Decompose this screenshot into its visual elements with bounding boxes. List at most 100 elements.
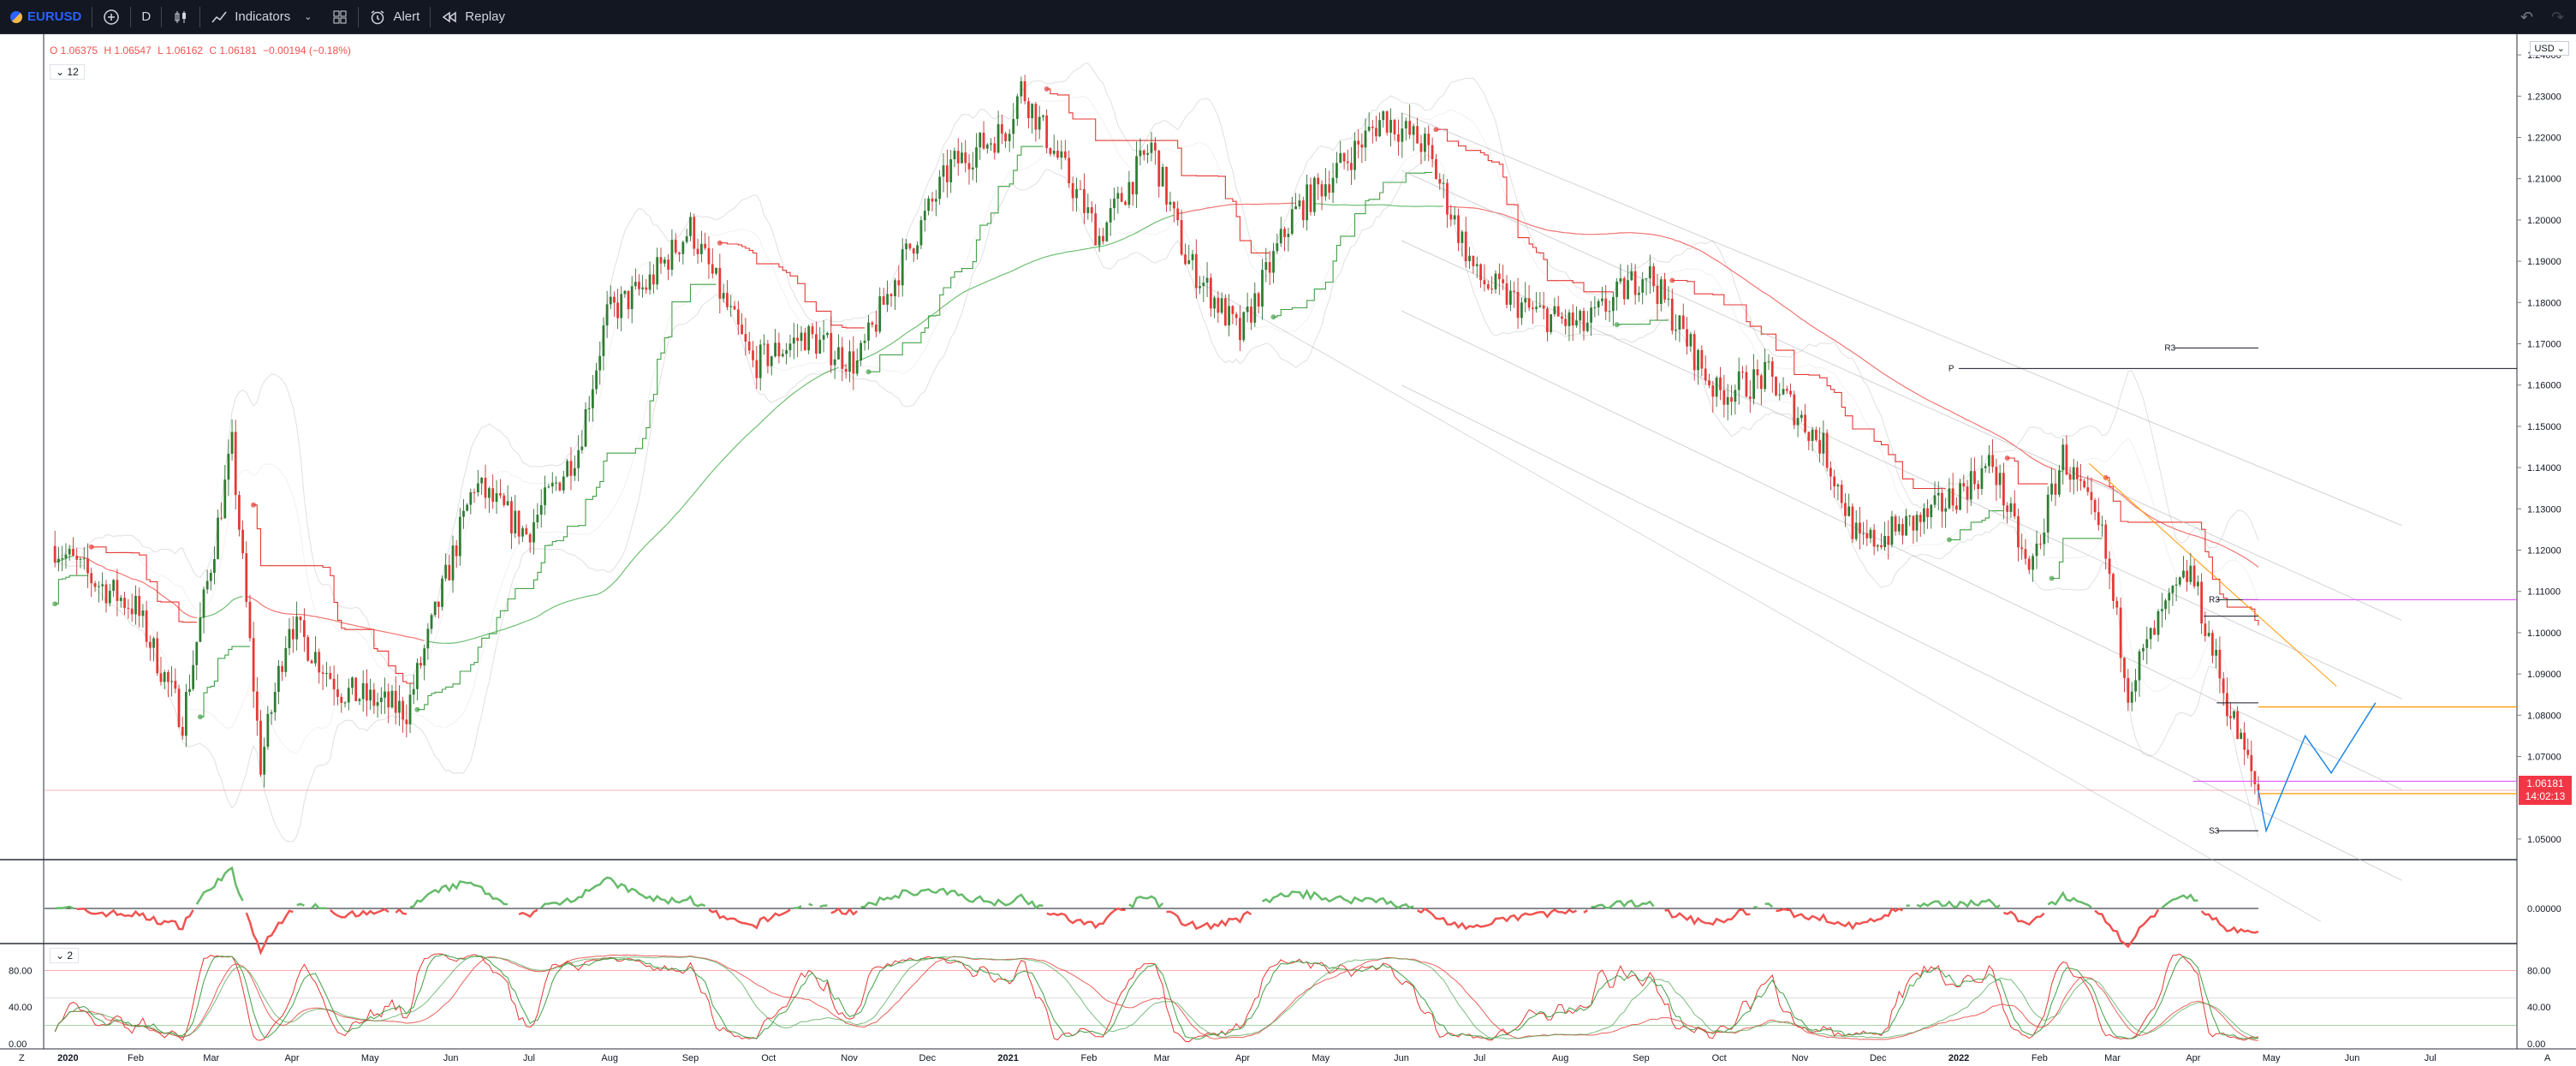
time-tick-label: Dec [1870, 1053, 1887, 1063]
candles-icon [175, 10, 187, 23]
osc-segment [2094, 908, 2160, 949]
time-tick-label: Nov [841, 1053, 858, 1063]
candle-body [487, 488, 491, 498]
candle-body [1279, 229, 1282, 244]
candle-body [384, 691, 386, 698]
candle-body [148, 641, 152, 648]
currency-selector[interactable]: USD ⌄ [2530, 41, 2569, 56]
candle-body [1331, 177, 1335, 194]
time-tick-label: Apr [1235, 1053, 1250, 1063]
candle-body [1796, 418, 1800, 426]
replay-button[interactable]: Replay [431, 0, 515, 34]
candle-body [1184, 254, 1187, 265]
candle-body [663, 259, 666, 264]
candle-body [774, 342, 776, 357]
time-tick-label: Jun [443, 1053, 459, 1063]
candle-body [1442, 182, 1445, 184]
candle-body [901, 249, 904, 286]
templates-button[interactable] [322, 0, 358, 34]
candle-body [1378, 120, 1381, 137]
candle-body [2054, 483, 2057, 495]
candle-body [641, 287, 645, 289]
osc-tick-label: 0.00000 [2527, 904, 2561, 914]
price-tick-label: 1.10000 [2527, 628, 2561, 639]
candle-body [1564, 319, 1568, 326]
candle-body [2182, 570, 2185, 578]
pivot-s3-label: S3 [2209, 826, 2220, 836]
indicator-count: 2 [67, 950, 74, 962]
candle-body [1770, 361, 1774, 377]
candle-body [1079, 188, 1082, 190]
candle-body [871, 322, 874, 325]
candle-body [1015, 96, 1019, 119]
candle-body [2134, 680, 2137, 692]
candle-body [1715, 377, 1718, 397]
candle-body [2057, 470, 2061, 495]
candle-body [1446, 182, 1449, 215]
candle-body [587, 408, 591, 409]
osc-segment [794, 905, 802, 909]
candle-body [1553, 306, 1556, 315]
candle-body [1726, 396, 1729, 405]
candle-body [263, 747, 266, 775]
candle-body [2119, 607, 2122, 658]
price-tick-label: 1.17000 [2527, 340, 2561, 350]
candle-body [79, 558, 82, 560]
candle-body [670, 240, 674, 270]
time-tick-label: May [2263, 1053, 2281, 1063]
stoch-legend-toggle[interactable]: ⌄ 2 [50, 948, 80, 963]
price-tick-label: 1.14000 [2527, 463, 2561, 473]
osc-segment [819, 904, 828, 908]
compare-button[interactable] [92, 0, 130, 34]
candle-body [711, 264, 714, 274]
symbol-search[interactable]: EURUSD [0, 0, 92, 34]
candle-body [1102, 235, 1104, 241]
candle-body [584, 408, 587, 447]
candle-body [1538, 305, 1542, 307]
candle-body [57, 558, 60, 563]
candle-body [1199, 286, 1201, 289]
candle-body [361, 683, 365, 700]
candle-body [536, 515, 539, 522]
candle-body [1131, 182, 1134, 195]
candle-body [336, 689, 339, 697]
bollinger-bands [54, 63, 2259, 843]
time-tick-label: Apr [2186, 1053, 2200, 1063]
supertrend-segment [253, 504, 414, 684]
indicator-legend-toggle[interactable]: ⌄ 12 [50, 64, 85, 80]
candle-body [473, 491, 476, 493]
candle-body [1172, 201, 1175, 209]
price-tick-label: 1.22000 [2527, 134, 2561, 144]
candle-body [729, 306, 733, 307]
candle-body [1800, 414, 1803, 419]
indicators-button[interactable]: Indicators ⌄ [200, 0, 322, 34]
candle-body [205, 581, 209, 590]
candle-body [1908, 515, 1912, 517]
chart-canvas[interactable]: PR3R3S3 1.240001.230001.220001.210001.20… [0, 34, 2576, 1066]
candle-body [1829, 467, 1832, 477]
candle-body [188, 688, 191, 693]
price-axis: 1.240001.230001.220001.210001.200001.190… [9, 51, 2561, 1050]
ohlc-open: O 1.06375 [50, 45, 98, 57]
candle-body [366, 683, 368, 701]
candle-body [975, 147, 978, 168]
supertrend-segment [868, 146, 1044, 372]
candle-body [1042, 115, 1044, 117]
candle-body [86, 558, 89, 574]
alert-button[interactable]: Alert [359, 0, 430, 34]
candle-body [2257, 783, 2260, 790]
candle-body [1364, 130, 1367, 148]
chart-type-button[interactable] [162, 0, 199, 34]
candle-body [2104, 524, 2108, 559]
candle-body [209, 573, 212, 581]
candle-body [2253, 771, 2257, 784]
candle-body [1854, 522, 1858, 539]
undo-button[interactable]: ↶ [2520, 0, 2533, 34]
candle-body [2043, 532, 2046, 545]
candle-body [1157, 150, 1161, 187]
candle-body [412, 688, 415, 695]
candle-body [230, 432, 234, 454]
interval-button[interactable]: D [131, 0, 161, 34]
candle-body [993, 143, 996, 153]
redo-button[interactable]: ↷ [2551, 0, 2564, 34]
